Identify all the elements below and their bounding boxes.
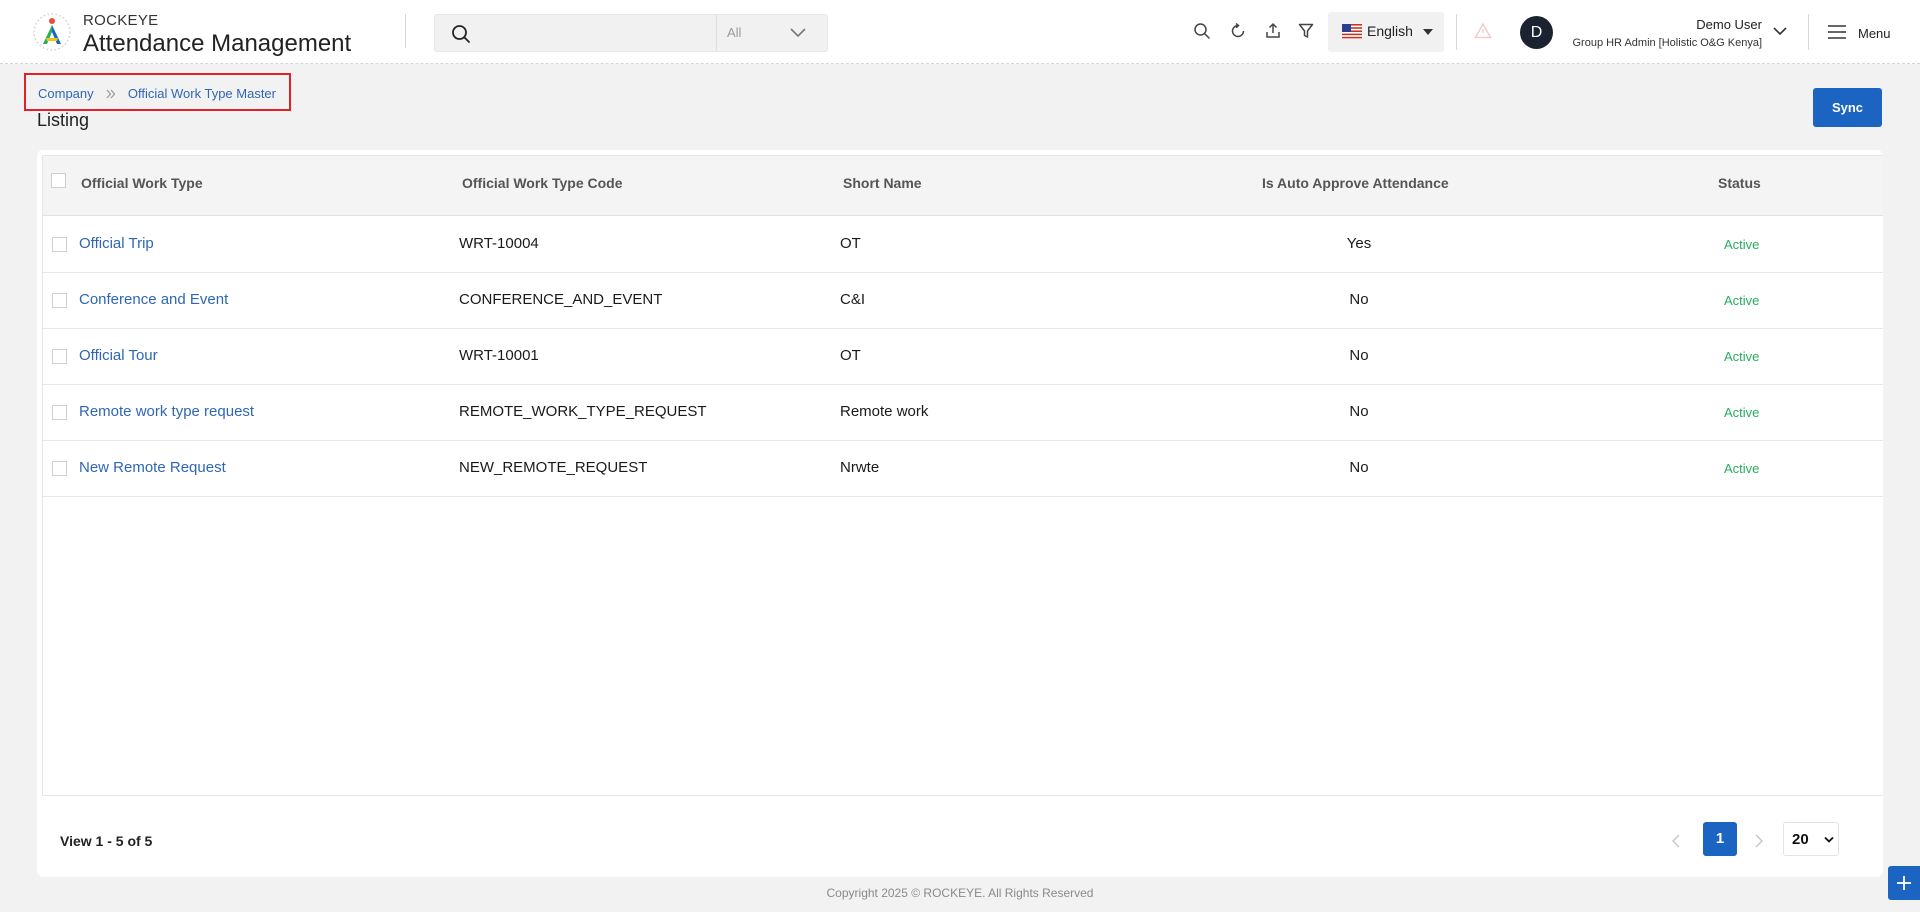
short-name: C&I [840,291,866,308]
work-type-code: WRT-10001 [459,347,539,364]
caret-down-icon [1423,29,1433,35]
column-header-code[interactable]: Official Work Type Code [462,175,623,191]
status-badge: Active [1724,405,1760,420]
hamburger-icon [1828,25,1846,39]
auto-approve-value: No [1349,403,1369,420]
rockeye-logo[interactable] [32,12,72,52]
work-type-code: REMOTE_WORK_TYPE_REQUEST [459,403,707,420]
table-row[interactable]: Official Tour WRT-10001 OT No Active [43,329,1883,385]
double-chevron-right-icon [106,89,116,99]
table-row[interactable]: Remote work type request REMOTE_WORK_TYP… [43,385,1883,441]
breadcrumb-company[interactable]: Company [38,86,94,101]
page-size-select[interactable]: 20 [1783,822,1839,856]
brand: ROCKEYE Attendance Management [83,12,351,58]
refresh-icon[interactable] [1229,22,1247,40]
header-divider [405,14,406,48]
work-type-name-link[interactable]: Official Tour [79,347,158,364]
upload-icon[interactable] [1264,22,1282,40]
listing-card: Official Work Type Official Work Type Co… [37,150,1883,877]
breadcrumb-current[interactable]: Official Work Type Master [128,86,276,101]
page-number-button[interactable]: 1 [1703,822,1737,856]
column-header-auto-approve[interactable]: Is Auto Approve Attendance [1262,175,1449,191]
search-icon[interactable] [1193,22,1211,40]
work-type-name-link[interactable]: New Remote Request [79,459,226,476]
brand-company: ROCKEYE [83,12,159,29]
status-badge: Active [1724,293,1760,308]
chevron-down-icon[interactable] [1772,24,1788,38]
auto-approve-value: No [1349,291,1369,308]
column-header-short-name[interactable]: Short Name [843,175,922,191]
row-checkbox[interactable] [52,237,67,252]
chevron-left-icon[interactable] [1669,833,1683,849]
select-all-checkbox[interactable] [51,173,66,188]
column-header-status[interactable]: Status [1718,175,1761,191]
data-table: Official Work Type Official Work Type Co… [42,155,1883,796]
row-checkbox[interactable] [52,349,67,364]
record-count: View 1 - 5 of 5 [60,833,153,849]
work-type-code: CONFERENCE_AND_EVENT [459,291,663,308]
table-row[interactable]: Official Trip WRT-10004 OT Yes Active [43,217,1883,273]
auto-approve-value: Yes [1346,235,1372,252]
auto-approve-value: No [1349,459,1369,476]
sync-button[interactable]: Sync [1813,88,1882,127]
row-checkbox[interactable] [52,405,67,420]
avatar[interactable]: D [1520,16,1553,49]
chevron-down-icon [1824,836,1834,843]
add-button[interactable] [1888,866,1920,900]
copyright-text: Copyright 2025 © ROCKEYE. All Rights Res… [826,886,1094,900]
work-type-name-link[interactable]: Official Trip [79,235,154,252]
global-search: All [434,14,828,52]
user-role: Group HR Admin [Holistic O&G Kenya] [1572,37,1762,49]
warning-icon[interactable] [1474,22,1492,40]
table-row[interactable]: Conference and Event CONFERENCE_AND_EVEN… [43,273,1883,329]
search-icon[interactable] [451,24,471,44]
short-name: OT [840,235,861,252]
filter-icon[interactable] [1297,22,1315,40]
status-badge: Active [1724,349,1760,364]
us-flag-icon [1342,24,1362,39]
chevron-right-icon[interactable] [1752,833,1766,849]
chevron-down-icon[interactable] [789,25,807,41]
auto-approve-value: No [1349,347,1369,364]
language-label: English [1367,23,1413,39]
search-divider [716,15,717,51]
short-name: Remote work [840,403,929,420]
work-type-code: NEW_REMOTE_REQUEST [459,459,648,476]
user-name[interactable]: Demo User [1696,17,1762,32]
menu-label: Menu [1858,26,1891,41]
status-badge: Active [1724,237,1760,252]
app-title: Attendance Management [83,30,352,57]
header-divider [1808,14,1809,50]
table-header: Official Work Type Official Work Type Co… [43,156,1883,216]
plus-icon [1897,876,1911,890]
work-type-name-link[interactable]: Conference and Event [79,291,228,308]
short-name: Nrwte [840,459,880,476]
row-checkbox[interactable] [52,461,67,476]
breadcrumb: Company Official Work Type Master [24,73,291,111]
top-header: ROCKEYE Attendance Management All Englis… [0,0,1920,64]
page-title: Listing [37,110,90,130]
column-header-official-work-type[interactable]: Official Work Type [81,175,203,191]
table-row[interactable]: New Remote Request NEW_REMOTE_REQUEST Nr… [43,441,1883,497]
work-type-code: WRT-10004 [459,235,539,252]
status-badge: Active [1724,461,1760,476]
work-type-name-link[interactable]: Remote work type request [79,403,254,420]
language-selector[interactable]: English [1328,12,1444,52]
row-checkbox[interactable] [52,293,67,308]
search-input[interactable] [483,19,743,47]
page-size-value: 20 [1792,831,1809,848]
header-divider [1456,14,1457,50]
short-name: OT [840,347,861,364]
search-scope-select[interactable]: All [727,25,741,40]
